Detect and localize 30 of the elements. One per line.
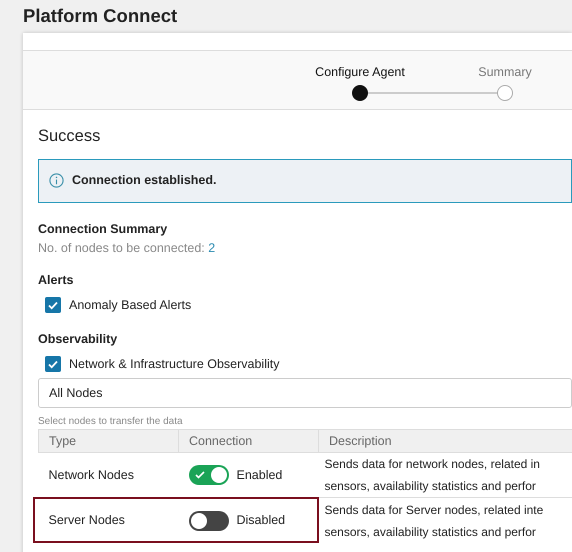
page-title: Platform Connect bbox=[23, 4, 178, 28]
toggle-label: Enabled bbox=[236, 468, 282, 482]
info-icon bbox=[49, 173, 64, 188]
check-icon bbox=[47, 299, 59, 312]
node-type: Network Nodes bbox=[48, 468, 134, 482]
group-heading: Observability bbox=[38, 330, 118, 348]
toggle-label: Disabled bbox=[236, 512, 286, 527]
group-heading: Alerts bbox=[38, 272, 74, 290]
step-dot[interactable] bbox=[352, 85, 368, 101]
node-dropdown[interactable]: All Nodes bbox=[38, 378, 572, 408]
step-label: Summary bbox=[477, 64, 533, 81]
description-text: Sends data for Server nodes, related inte sensors, availability statistics and perfor bbox=[324, 502, 544, 540]
summary-heading: Connection Summary bbox=[38, 220, 168, 238]
description-text: Sends data for network nodes, related in sensors, availability statistics and perfor bbox=[324, 456, 541, 496]
node-type: Server Nodes bbox=[48, 513, 125, 528]
toggle-switch[interactable] bbox=[188, 510, 228, 530]
summary-text: No. of nodes to be connected: 2 bbox=[38, 240, 216, 256]
checkbox-label: Anomaly Based Alerts bbox=[69, 297, 192, 314]
step-label: Configure Agent bbox=[314, 64, 406, 81]
column-header: Description bbox=[329, 434, 392, 448]
checkbox[interactable] bbox=[45, 297, 61, 314]
field-hint: Select nodes to transfer the data bbox=[38, 415, 184, 430]
check-icon bbox=[194, 470, 204, 480]
toggle-switch[interactable] bbox=[188, 465, 228, 486]
column-header: Connection bbox=[189, 434, 252, 448]
column-header: Type bbox=[49, 434, 76, 448]
alert-message: Connection established. bbox=[72, 172, 216, 190]
checkbox-label: Network & Infrastructure Observability bbox=[69, 356, 280, 373]
checkbox[interactable] bbox=[45, 356, 61, 372]
section-title: Success bbox=[38, 126, 102, 147]
